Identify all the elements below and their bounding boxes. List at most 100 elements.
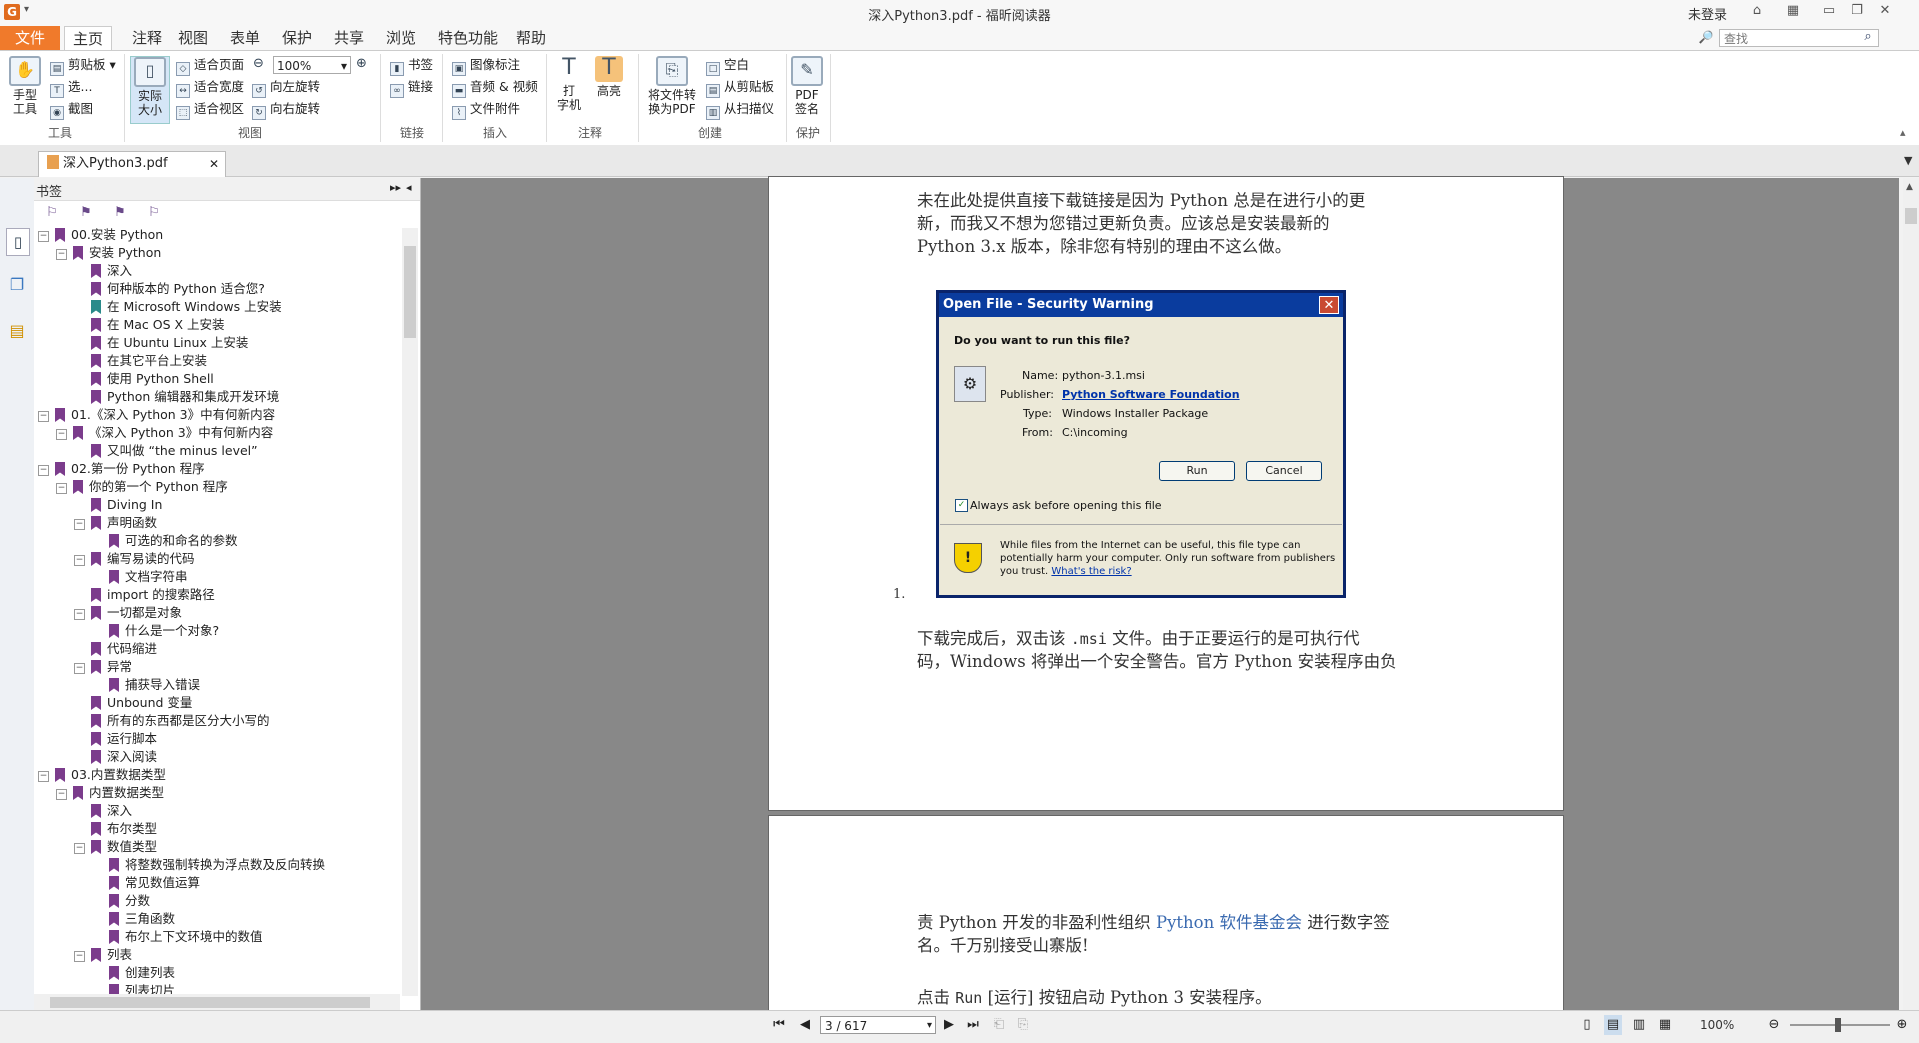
link-button[interactable]: ∞ 链接 [390, 78, 433, 98]
bookmark-item[interactable]: 所有的东西都是区分大小写的 [74, 712, 270, 730]
document-tab[interactable]: 深入Python3.pdf ✕ [38, 151, 226, 177]
bookmark-item[interactable]: − 你的第一个 Python 程序 [56, 478, 228, 496]
move-bookmark-icon[interactable]: ⚑ [112, 205, 128, 221]
bookmark-item[interactable]: 文档字符串 [92, 568, 188, 586]
collapse-toggle-icon[interactable]: − [56, 789, 67, 800]
tab-list-dropdown-icon[interactable]: ▼ [1904, 154, 1912, 167]
bookmark-item[interactable]: − 声明函数 [74, 514, 157, 532]
bookmark-button[interactable]: ▮ 书签 [390, 56, 433, 76]
tab-file[interactable]: 文件 [0, 26, 60, 50]
bookmark-vertical-scrollbar[interactable] [402, 228, 418, 996]
bookmark-item[interactable]: − 异常 [74, 658, 132, 676]
bookmark-item[interactable]: − 03.内置数据类型 [38, 766, 166, 784]
collapse-panel-icon[interactable]: ◂ [406, 181, 412, 194]
bookmark-item[interactable]: 在 Ubuntu Linux 上安装 [74, 334, 248, 352]
file-attachment-button[interactable]: ⌇ 文件附件 [452, 100, 520, 120]
previous-view-icon[interactable]: ⎗ [990, 1015, 1008, 1035]
bookmark-item[interactable]: 将整数强制转换为浮点数及反向转换 [92, 856, 325, 874]
find-bookmark-icon[interactable]: ⚐ [146, 205, 162, 221]
expand-panel-icon[interactable]: ▸▸ [390, 181, 401, 194]
rotate-left-button[interactable]: ↺ 向左旋转 [252, 78, 320, 98]
bookmark-item[interactable]: 捕获导入错误 [92, 676, 200, 694]
search-input[interactable]: 查找 [1719, 29, 1879, 47]
hand-tool-button[interactable]: ✋ 手型 工具 [6, 56, 44, 116]
typewriter-button[interactable]: T 打 字机 [552, 56, 586, 113]
collapse-toggle-icon[interactable]: − [38, 771, 49, 782]
last-page-icon[interactable]: ⏭ [964, 1015, 982, 1035]
continuous-page-icon[interactable]: ▤ [1604, 1015, 1622, 1035]
tab-browse[interactable]: 浏览 [378, 26, 424, 50]
bookmark-item[interactable]: − 安装 Python [56, 244, 161, 262]
zoom-out-icon[interactable]: ⊖ [1765, 1015, 1783, 1035]
fit-visible-button[interactable]: ⬚ 适合视区 [176, 100, 244, 120]
zoom-in-icon[interactable]: ⊕ [356, 56, 367, 71]
tab-protect[interactable]: 保护 [274, 26, 320, 50]
tab-comment[interactable]: 注释 [124, 26, 170, 50]
bookmark-item[interactable]: − 02.第一份 Python 程序 [38, 460, 205, 478]
from-scanner-button[interactable]: ▥ 从扫描仪 [706, 100, 774, 120]
previous-page-icon[interactable]: ◀ [796, 1015, 814, 1035]
zoom-select[interactable]: 100% ▾ [273, 56, 351, 74]
bookmark-item[interactable]: 什么是一个对象? [92, 622, 219, 640]
image-annotation-button[interactable]: ▣ 图像标注 [452, 56, 520, 76]
bookmark-item[interactable]: − 01.《深入 Python 3》中有何新内容 [38, 406, 275, 424]
fit-page-button[interactable]: ◇ 适合页面 [176, 56, 244, 76]
restore-icon[interactable]: ❐ [1848, 3, 1866, 19]
psf-link[interactable]: Python 软件基金会 [1156, 913, 1302, 932]
collapse-toggle-icon[interactable]: − [38, 411, 49, 422]
bookmark-item[interactable]: 深入 [74, 802, 132, 820]
minimize-icon[interactable]: ▭ [1820, 3, 1838, 19]
facing-page-icon[interactable]: ▥ [1630, 1015, 1648, 1035]
bookmark-item[interactable]: − 列表 [74, 946, 132, 964]
close-window-icon[interactable]: ✕ [1876, 3, 1894, 19]
page-number-input[interactable]: 3 / 617 ▾ [820, 1016, 936, 1034]
collapse-ribbon-icon[interactable]: ▴ [1900, 126, 1906, 139]
highlight-button[interactable]: T 高亮 [592, 56, 626, 98]
bookmarks-panel-icon[interactable]: ▯ [6, 228, 30, 256]
search-icon[interactable]: ⌕ [1858, 29, 1878, 47]
bookmark-item[interactable]: − 一切都是对象 [74, 604, 182, 622]
bookmark-item[interactable]: 三角函数 [92, 910, 175, 928]
bookmark-item[interactable]: import 的搜索路径 [74, 586, 215, 604]
bookmark-item[interactable]: − 《深入 Python 3》中有何新内容 [56, 424, 273, 442]
collapse-toggle-icon[interactable]: − [38, 231, 49, 242]
bookmark-item[interactable]: 深入 [74, 262, 132, 280]
collapse-toggle-icon[interactable]: − [74, 843, 85, 854]
rotate-right-button[interactable]: ↻ 向右旋转 [252, 100, 320, 120]
first-page-icon[interactable]: ⏮ [770, 1015, 788, 1035]
collapse-toggle-icon[interactable]: − [74, 663, 85, 674]
expand-bookmark-icon[interactable]: ⚐ [44, 205, 60, 221]
bookmark-item[interactable]: 布尔上下文环境中的数值 [92, 928, 263, 946]
clipboard-button[interactable]: ▤ 剪贴板 ▾ [50, 56, 116, 76]
collapse-toggle-icon[interactable]: − [74, 555, 85, 566]
bookmark-item[interactable]: − 内置数据类型 [56, 784, 164, 802]
tab-view[interactable]: 视图 [170, 26, 216, 50]
bookmark-item[interactable]: − 00.安装 Python [38, 226, 163, 244]
actual-size-button[interactable]: ▯ 实际 大小 [130, 56, 170, 124]
next-page-icon[interactable]: ▶ [940, 1015, 958, 1035]
pdf-sign-button[interactable]: ✎ PDF 签名 [790, 56, 824, 116]
pages-panel-icon[interactable]: ❐ [6, 272, 28, 298]
comments-panel-icon[interactable]: ▤ [6, 318, 28, 344]
bookmark-item[interactable]: 深入阅读 [74, 748, 157, 766]
collapse-toggle-icon[interactable]: − [56, 429, 67, 440]
bookmark-hscroll-thumb[interactable] [50, 997, 370, 1008]
single-page-icon[interactable]: ▯ [1578, 1015, 1596, 1035]
layout-grid-icon[interactable]: ▦ [1784, 3, 1802, 19]
document-scroll-thumb[interactable] [1905, 208, 1917, 224]
add-bookmark-icon[interactable]: ⚑ [78, 205, 94, 221]
next-view-icon[interactable]: ⎘ [1014, 1015, 1032, 1035]
bookmark-item[interactable]: Unbound 变量 [74, 694, 192, 712]
zoom-out-icon[interactable]: ⊖ [253, 56, 264, 71]
bookmark-item[interactable]: 何种版本的 Python 适合您? [74, 280, 265, 298]
bookmark-item[interactable]: 在 Mac OS X 上安装 [74, 316, 225, 334]
bookmark-item[interactable]: 布尔类型 [74, 820, 157, 838]
bookmark-item[interactable]: Diving In [74, 496, 162, 514]
bookmark-item[interactable]: 运行脚本 [74, 730, 157, 748]
convert-to-pdf-button[interactable]: ⎘ 将文件转 换为PDF [644, 56, 700, 116]
bookmark-item[interactable]: Python 编辑器和集成开发环境 [74, 388, 279, 406]
tab-share[interactable]: 共享 [326, 26, 372, 50]
bookmark-item[interactable]: − 编写易读的代码 [74, 550, 195, 568]
zoom-slider-handle[interactable] [1835, 1018, 1841, 1032]
collapse-toggle-icon[interactable]: − [38, 465, 49, 476]
